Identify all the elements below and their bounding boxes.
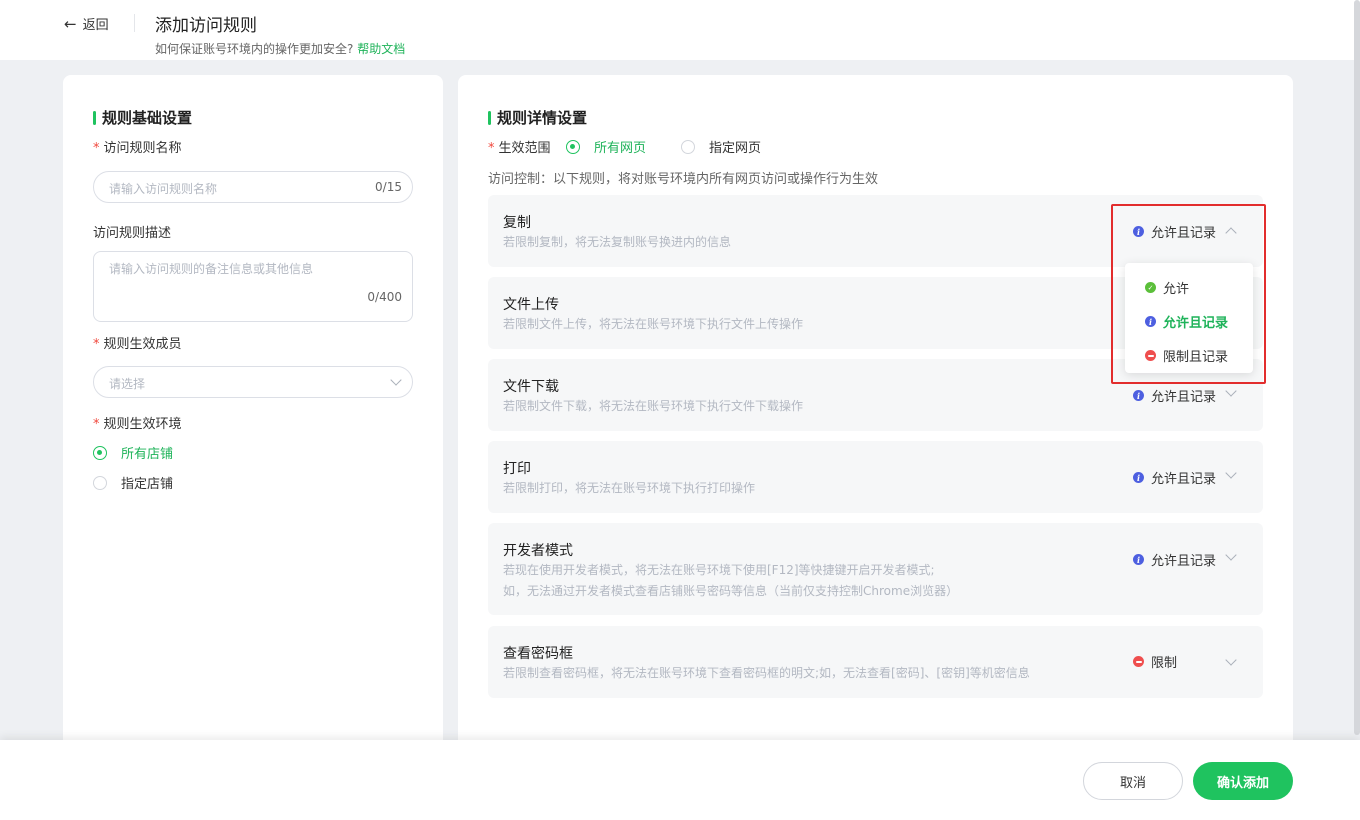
radio-unchecked[interactable]: [681, 139, 695, 154]
env-label: * 规则生效环境: [93, 417, 182, 432]
forbid-icon: [1145, 350, 1156, 361]
rule-desc-textarea[interactable]: 请输入访问规则的备注信息或其他信息 0/400: [93, 251, 413, 322]
chevron-up-icon[interactable]: [1225, 227, 1237, 239]
scope-radio-specific-pages[interactable]: 指定网页: [681, 137, 761, 156]
rule-desc-placeholder: 请输入访问规则的备注信息或其他信息: [109, 262, 314, 276]
required-mark: *: [488, 141, 495, 156]
cancel-button[interactable]: 取消: [1083, 762, 1183, 800]
info-icon: i: [1133, 390, 1144, 401]
env-radio-specific-stores[interactable]: 指定店铺: [93, 473, 173, 492]
permission-value: 允许且记录: [1151, 226, 1217, 241]
permission-name: 查看密码框: [503, 646, 573, 662]
permission-select[interactable]: i 允许且记录: [1133, 550, 1216, 569]
back-label: 返回: [82, 18, 109, 33]
confirm-add-button[interactable]: 确认添加: [1193, 762, 1293, 800]
basic-settings-title: 规则基础设置: [93, 107, 192, 128]
chevron-down-icon[interactable]: [1225, 654, 1237, 666]
permission-desc: 若限制查看密码框，将无法在账号环境下查看密码框的明文;如，无法查看[密码]、[密…: [503, 666, 1030, 680]
chevron-down-icon[interactable]: [1225, 385, 1237, 397]
info-icon: i: [1133, 554, 1144, 565]
permission-value: 允许且记录: [1151, 390, 1217, 405]
forbid-icon: [1133, 656, 1144, 667]
permission-row-password-view: 查看密码框 若限制查看密码框，将无法在账号环境下查看密码框的明文;如，无法查看[…: [488, 626, 1263, 698]
dropdown-option-allow[interactable]: ✓ 允许: [1145, 278, 1189, 297]
header-divider: [134, 14, 135, 32]
dropdown-option-allow-log[interactable]: i 允许且记录: [1145, 312, 1228, 331]
check-circle-icon: ✓: [1145, 282, 1156, 293]
permission-select[interactable]: i 允许且记录: [1133, 386, 1216, 405]
env-option-label: 所有店铺: [121, 447, 174, 462]
chevron-down-icon[interactable]: [1225, 467, 1237, 479]
rule-name-label: * 访问规则名称: [93, 141, 182, 156]
permission-desc: 若限制打印，将无法在账号环境下执行打印操作: [503, 481, 756, 495]
permission-name: 文件下载: [503, 379, 559, 395]
info-icon: i: [1133, 226, 1144, 237]
members-placeholder: 请选择: [109, 377, 146, 391]
permission-value: 允许且记录: [1151, 472, 1217, 487]
rule-name-counter: 0/15: [375, 180, 402, 194]
radio-checked[interactable]: [93, 445, 107, 460]
permission-desc-line2: 如，无法通过开发者模式查看店铺账号密码等信息（当前仅支持控制Chrome浏览器）: [503, 584, 959, 598]
detail-settings-card: 规则详情设置 * 生效范围 所有网页 指定网页 访问控制：以下规则，将对账号环境内…: [458, 75, 1293, 755]
basic-settings-card: 规则基础设置 * 访问规则名称 请输入访问规则名称 0/15 访问规则描述 请输入…: [63, 75, 443, 755]
permission-desc: 若限制文件下载，将无法在账号环境下执行文件下载操作: [503, 399, 804, 413]
help-doc-link[interactable]: 帮助文档: [357, 42, 405, 56]
back-button[interactable]: ← 返回: [64, 14, 109, 34]
required-mark: *: [93, 417, 100, 432]
scope-option-label: 所有网页: [594, 141, 647, 156]
permission-name: 开发者模式: [503, 543, 573, 559]
radio-checked[interactable]: [566, 139, 580, 154]
rule-desc-counter: 0/400: [367, 290, 402, 304]
members-label: * 规则生效成员: [93, 337, 182, 352]
permission-select[interactable]: i 允许且记录: [1133, 468, 1216, 487]
radio-unchecked[interactable]: [93, 475, 107, 490]
permission-desc: 若现在使用开发者模式，将无法在账号环境下使用[F12]等快捷键开启开发者模式;: [503, 563, 935, 577]
env-option-label: 指定店铺: [121, 477, 174, 492]
arrow-left-icon: ←: [64, 14, 77, 33]
permission-name: 文件上传: [503, 297, 559, 313]
permission-select[interactable]: 限制: [1133, 652, 1177, 671]
subtitle-text: 如何保证账号环境内的操作更加安全?: [155, 42, 354, 56]
permission-select[interactable]: i 允许且记录: [1133, 222, 1216, 241]
detail-settings-title: 规则详情设置: [488, 107, 587, 128]
permission-row-print: 打印 若限制打印，将无法在账号环境下执行打印操作 i 允许且记录: [488, 441, 1263, 513]
env-radio-all-stores[interactable]: 所有店铺: [93, 443, 173, 462]
dropdown-option-restrict-log[interactable]: 限制且记录: [1145, 346, 1228, 365]
page-header: ← 返回 添加访问规则 如何保证账号环境内的操作更加安全? 帮助文档: [0, 0, 1360, 60]
access-control-hint: 访问控制：以下规则，将对账号环境内所有网页访问或操作行为生效: [488, 172, 879, 187]
required-mark: *: [93, 337, 100, 352]
info-icon: i: [1133, 472, 1144, 483]
permission-name: 打印: [503, 461, 531, 477]
required-mark: *: [93, 141, 100, 156]
permission-name: 复制: [503, 215, 531, 231]
rule-name-input[interactable]: 请输入访问规则名称 0/15: [93, 171, 413, 203]
page-subtitle: 如何保证账号环境内的操作更加安全? 帮助文档: [155, 40, 405, 57]
rule-desc-label: 访问规则描述: [93, 226, 172, 241]
permission-value: 允许且记录: [1151, 554, 1217, 569]
scope-label: * 生效范围: [488, 141, 551, 156]
scope-radio-all-pages[interactable]: 所有网页: [566, 137, 646, 156]
permission-desc: 若限制文件上传，将无法在账号环境下执行文件上传操作: [503, 317, 804, 331]
permission-dropdown-menu: ✓ 允许 i 允许且记录 限制且记录: [1125, 263, 1253, 373]
page-title: 添加访问规则: [155, 16, 257, 36]
rule-name-placeholder: 请输入访问规则名称: [109, 182, 218, 196]
members-select[interactable]: 请选择: [93, 366, 413, 398]
scope-option-label: 指定网页: [709, 141, 762, 156]
chevron-down-icon[interactable]: [1225, 549, 1237, 561]
info-icon: i: [1145, 316, 1156, 327]
chevron-down-icon: [390, 374, 402, 386]
footer-bar: 取消 确认添加: [0, 740, 1360, 820]
permission-row-devtools: 开发者模式 若现在使用开发者模式，将无法在账号环境下使用[F12]等快捷键开启开…: [488, 523, 1263, 615]
scrollbar[interactable]: [1354, 0, 1360, 735]
permission-row-copy: 复制 若限制复制，将无法复制账号换进内的信息 i 允许且记录: [488, 195, 1263, 267]
permission-desc: 若限制复制，将无法复制账号换进内的信息: [503, 235, 732, 249]
permission-value: 限制: [1151, 656, 1178, 671]
